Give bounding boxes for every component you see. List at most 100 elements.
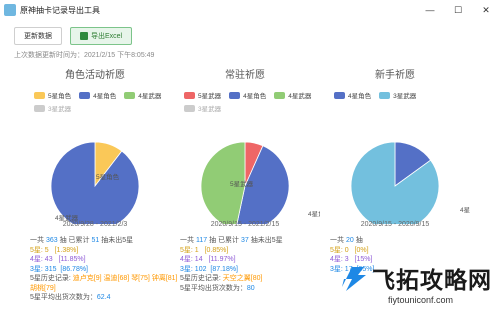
wish-panel-2: 常驻祈愿 5星武器 4星角色 4星武器 3星武器 5星武器4星武器4星角色2020/9/1… [170,66,320,316]
summary-text: 抽未出5星 [99,237,134,244]
app-icon [4,4,16,16]
five-star-count: 5 [44,246,49,254]
five-star-label: 5星: [180,246,195,254]
five-star-label: 5星: [330,246,345,254]
legend-label: 5星武器 [198,93,222,100]
summary-text: 一共 [330,237,346,244]
legend-item[interactable]: 4星角色 [334,90,371,100]
average-value: 62.4 [96,294,111,301]
pie-chart: 5星角色4星武器4星角色 [50,141,140,224]
legend-swatch [334,91,345,99]
four-star-label: 4星: [180,256,195,263]
watermark-url: fiytouniconf.com [388,295,454,305]
export-excel-button[interactable]: 导出Excel [70,27,133,45]
wish-panel-1: 角色活动祈愿 5星角色 4星角色 4星武器 3星武器 5星角色4星武器4星角色2020/9… [20,66,178,316]
last-update-time: 上次数据更新时间为：2021/2/15 下午8:05:49 [14,52,155,59]
three-star-line: 3星: 315 [86.78%] [30,265,180,275]
pie-label: 5星角色 [96,172,120,181]
legend-swatch [34,104,45,112]
total-pulls: 20 [345,237,354,244]
panel-title: 新手祈愿 [375,70,415,81]
title-bar: 原神抽卡记录导出工具 — ☐ ✕ [0,0,500,20]
legend-label: 5星角色 [48,93,72,100]
toolbar: 更新数据 导出Excel [14,27,133,45]
four-star-pct: [11.97%] [208,256,236,263]
summary-text: 抽未出5星 [248,237,283,244]
legend-item[interactable]: 3星武器 [34,103,71,113]
legend-label: 4星角色 [243,93,267,100]
minimize-button[interactable]: — [416,0,444,20]
history-entry: 胡桃[79] [30,284,56,292]
total-pulls: 363 [45,237,58,244]
legend-item[interactable]: 4星武器 [124,90,161,100]
panel-title: 角色活动祈愿 [65,70,125,81]
three-star-label: 3星: [30,265,45,273]
four-star-pct: [11.85%] [58,256,86,263]
watermark: 飞拓攻略网 fiytouniconf.com [338,259,498,317]
legend-swatch [124,91,136,99]
panel-title: 常驻祈愿 [225,70,265,81]
three-star-count: 102 [194,265,207,273]
pie-label: 4星角色 [308,209,320,218]
legend-item[interactable]: 3星武器 [184,103,221,113]
average-value: 80 [246,284,255,292]
four-star-label: 4星: [30,256,45,263]
legend-swatch [34,91,45,99]
summary-text: 抽 [353,237,363,244]
update-data-label: 更新数据 [24,33,52,40]
legend-item[interactable]: 5星武器 [184,90,221,100]
legend-label: 3星武器 [393,93,417,100]
summary-text: 一共 [180,237,196,244]
summary-text: 抽 已累计 [207,237,241,244]
legend-swatch [184,104,195,112]
legend-label: 4星角色 [348,93,372,100]
summary-line: 一共 20 抽 [330,236,480,246]
legend-label: 4星武器 [138,93,162,100]
legend-item[interactable]: 4星武器 [274,90,311,100]
pie-slice[interactable] [50,141,140,224]
four-star-line: 4星: 14 [11.97%] [180,255,330,265]
legend-item[interactable]: 3星武器 [379,90,416,100]
three-star-line: 3星: 102 [87.18%] [180,265,330,275]
stats-block: 一共 117 抽 已累计 37 抽未出5星 5星: 1 [0.85%] 4星: 14… [180,236,330,293]
pie-label: 4星角色 [460,205,470,214]
summary-line: 一共 117 抽 已累计 37 抽未出5星 [180,236,330,246]
summary-text: 一共 [30,237,46,244]
three-star-label: 3星: [180,265,195,273]
history-entry: 天空之翼[80] [222,275,263,282]
five-star-line: 5星: 5 [1.38%] [30,246,180,256]
five-star-line: 5星: 1 [0.85%] [180,246,330,256]
five-star-pct: [0%] [354,246,369,254]
legend-label: 4星角色 [93,93,117,100]
legend-item[interactable]: 4星角色 [229,90,266,100]
total-pulls: 117 [195,237,208,244]
maximize-button[interactable]: ☐ [444,0,472,20]
legend-label: 3星武器 [198,106,222,113]
summary-line: 一共 363 抽 已累计 51 抽未出5星 [30,236,180,246]
three-star-count: 315 [44,265,57,273]
summary-text: 抽 已累计 [57,237,92,244]
chart-legend: 5星武器 4星角色 4星武器 3星武器 [184,90,314,113]
history-entry: 温迪[68] [103,275,130,282]
excel-icon [80,32,88,40]
legend-label: 3星武器 [48,106,72,113]
legend-item[interactable]: 4星角色 [79,90,116,100]
five-star-line: 5星: 0 [0%] [330,246,480,256]
five-star-pct: [1.38%] [54,246,79,254]
legend-swatch [184,91,195,99]
chart-legend: 4星角色 3星武器 [334,90,464,100]
pie-label: 5星武器 [230,179,254,188]
history-entry: 琴[75] [131,275,150,282]
legend-swatch [274,91,286,99]
close-button[interactable]: ✕ [472,0,500,20]
history-label: 5星历史记录: [30,275,73,282]
update-data-button[interactable]: 更新数据 [14,27,62,45]
pity-count: 37 [240,237,249,244]
average-line: 5星平均出货次数为：80 [180,284,330,294]
date-range: 2020/9/15 - 2020/9/15 [360,221,430,228]
legend-item[interactable]: 5星角色 [34,90,71,100]
average-line: 5星平均出货次数为：62.4 [30,293,180,303]
five-star-count: 1 [194,246,199,254]
five-star-history: 5星历史记录: 迪卢克[9] 温迪[68] 琴[75] 钟离[81] 胡桃[79… [30,274,180,293]
legend-swatch [379,91,391,99]
